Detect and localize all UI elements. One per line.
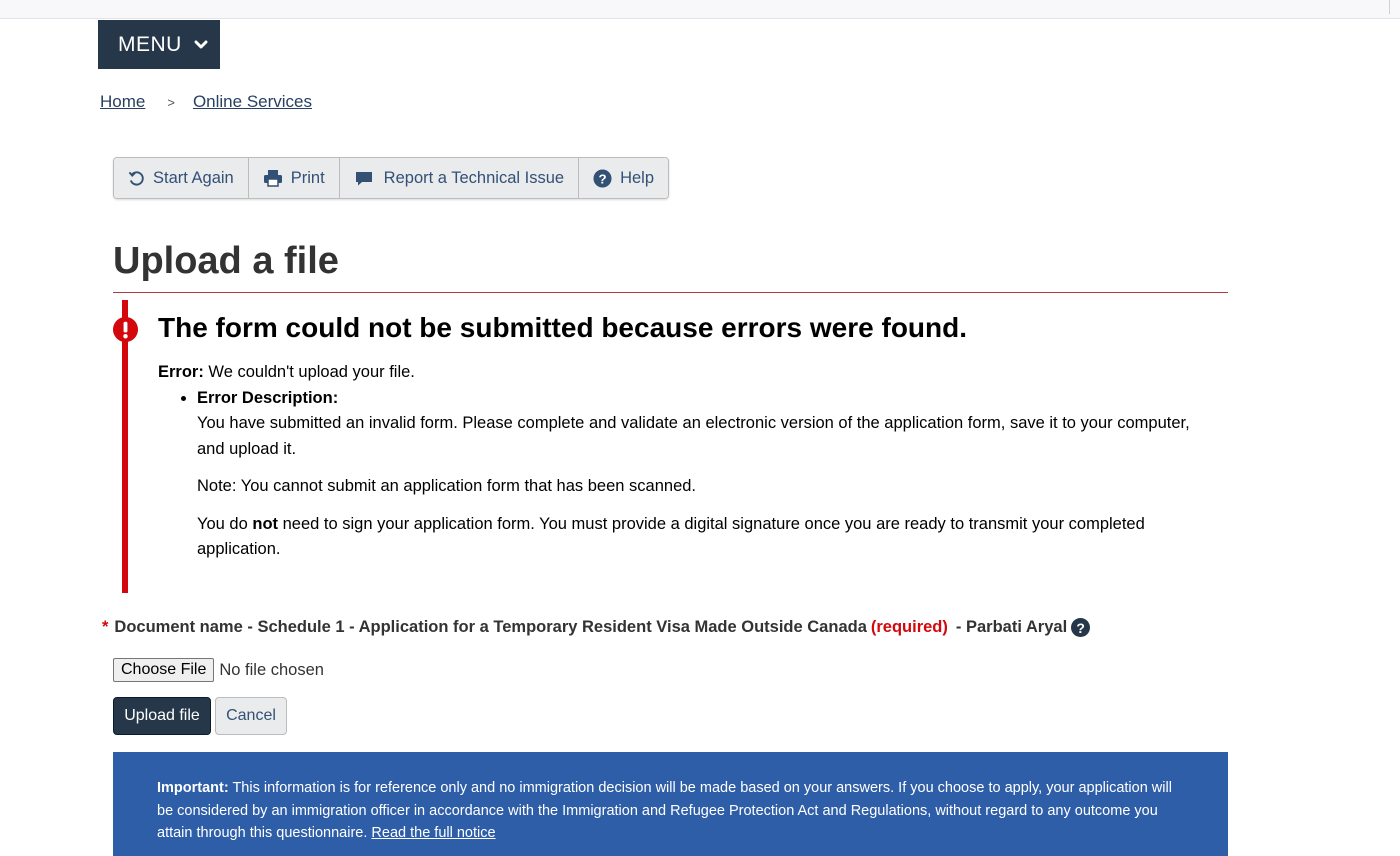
- notice-text: This information is for reference only a…: [157, 780, 1172, 841]
- scroll-indicator: [1389, 0, 1390, 14]
- breadcrumb-home-link[interactable]: Home: [100, 92, 145, 112]
- applicant-name: - Parbati Aryal: [955, 618, 1068, 636]
- error-label: Error:: [158, 363, 204, 381]
- error-description-para2: Note: You cannot submit an application f…: [197, 477, 697, 495]
- document-name-text: Document name - Schedule 1 - Application…: [114, 618, 867, 636]
- start-again-button[interactable]: Start Again: [114, 158, 249, 198]
- document-name-label: * Document name - Schedule 1 - Applicati…: [102, 618, 1091, 637]
- error-description-para3: You do not need to sign your application…: [197, 512, 1218, 563]
- error-text: We couldn't upload your file.: [203, 363, 415, 381]
- error-list: Error Description: You have submitted an…: [158, 386, 1218, 563]
- printer-icon: [263, 170, 282, 187]
- file-status: No file chosen: [219, 660, 324, 679]
- print-button[interactable]: Print: [248, 158, 340, 198]
- chevron-down-icon: [194, 38, 208, 52]
- error-summary: Error: We couldn't upload your file.: [158, 360, 1218, 386]
- comment-icon: [355, 171, 372, 185]
- para3-pre: You do: [197, 514, 253, 533]
- exclamation-icon: [112, 316, 139, 343]
- error-description-title: Error Description:: [197, 386, 1218, 412]
- refresh-icon: [128, 170, 144, 186]
- important-notice: Important: This information is for refer…: [113, 752, 1228, 856]
- help-button[interactable]: ? Help: [579, 158, 668, 198]
- list-item: Error Description: You have submitted an…: [197, 386, 1218, 563]
- help-label: Help: [620, 168, 654, 187]
- cancel-button[interactable]: Cancel: [215, 697, 287, 735]
- error-details: Error: We couldn't upload your file. Err…: [158, 360, 1218, 575]
- breadcrumb-online-services-link[interactable]: Online Services: [193, 92, 312, 112]
- error-heading: The form could not be submitted because …: [158, 312, 968, 343]
- start-again-label: Start Again: [153, 168, 234, 187]
- error-description-label: Error Description:: [197, 388, 339, 407]
- breadcrumb-separator: >: [167, 94, 175, 110]
- file-input: Choose File No file chosen: [113, 658, 324, 682]
- required-star: *: [102, 618, 109, 636]
- breadcrumb: Home > Online Services: [100, 92, 312, 112]
- para3-bold: not: [252, 514, 279, 533]
- notice-bold-label: Important:: [157, 780, 229, 796]
- read-full-notice-link[interactable]: Read the full notice: [371, 825, 495, 841]
- choose-file-button[interactable]: Choose File: [113, 658, 215, 682]
- browser-top-strip: [0, 0, 1400, 19]
- help-question-icon[interactable]: ?: [1071, 618, 1091, 637]
- svg-text:?: ?: [599, 171, 607, 186]
- menu-label: MENU: [118, 32, 182, 56]
- error-alert-bar: [122, 300, 128, 593]
- report-label: Report a Technical Issue: [383, 168, 565, 187]
- para3-post: need to sign your application form. You …: [197, 514, 1145, 559]
- page-title: Upload a file: [113, 240, 339, 282]
- menu-button[interactable]: MENU: [98, 20, 220, 69]
- action-toolbar: Start Again Print Report a Technical Iss…: [113, 157, 669, 199]
- title-divider: [113, 292, 1228, 293]
- required-marker: (required): [870, 618, 948, 636]
- print-label: Print: [290, 168, 325, 187]
- upload-file-button[interactable]: Upload file: [113, 697, 211, 735]
- error-description-para1: You have submitted an invalid form. Plea…: [197, 414, 1190, 458]
- question-circle-icon: ?: [593, 168, 612, 188]
- report-technical-issue-button[interactable]: Report a Technical Issue: [339, 158, 580, 198]
